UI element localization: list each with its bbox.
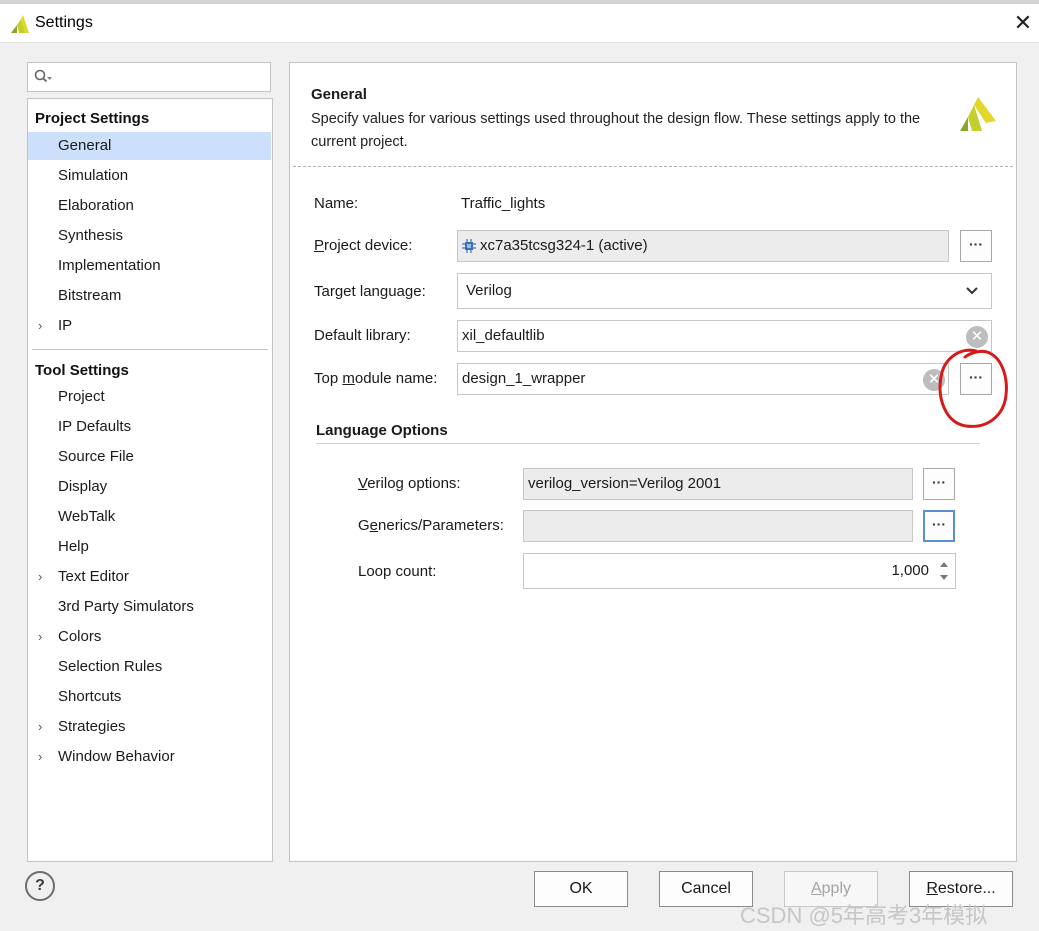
sidebar-item-source-file[interactable]: Source File <box>28 443 271 471</box>
sidebar-item-label: Synthesis <box>58 227 124 244</box>
chevron-right-icon[interactable]: › <box>38 743 42 771</box>
chevron-right-icon[interactable]: › <box>38 312 42 340</box>
sidebar-item-help[interactable]: Help <box>28 533 271 561</box>
sidebar-item-selection-rules[interactable]: Selection Rules <box>28 653 271 681</box>
verilog-options-value: verilog_version=Verilog 2001 <box>528 475 722 492</box>
sidebar-item-synthesis[interactable]: Synthesis <box>28 222 271 250</box>
vivado-logo-icon <box>11 15 29 33</box>
generics-browse-button[interactable]: ··· <box>923 510 955 542</box>
tool-settings-heading: Tool Settings <box>35 362 129 379</box>
sidebar-item-ip-defaults[interactable]: IP Defaults <box>28 413 271 441</box>
project-device-browse-button[interactable]: ··· <box>960 230 992 262</box>
spinner-arrows-icon[interactable] <box>937 554 951 588</box>
sidebar-item-label: Implementation <box>58 257 161 274</box>
chip-icon <box>462 239 476 253</box>
sidebar-item-label: Strategies <box>58 718 126 735</box>
header-divider <box>293 166 1013 167</box>
sidebar-item-label: 3rd Party Simulators <box>58 598 194 615</box>
sidebar-item-label: Text Editor <box>58 568 129 585</box>
sidebar-item-strategies[interactable]: › Strategies <box>28 713 271 741</box>
sidebar-item-label: WebTalk <box>58 508 116 525</box>
vivado-brand-icon <box>960 97 996 131</box>
sidebar-item-implementation[interactable]: Implementation <box>28 252 271 280</box>
loop-count-label: Loop count: <box>358 563 437 580</box>
search-icon <box>34 69 52 83</box>
loop-count-value: 1,000 <box>891 562 929 579</box>
sidebar-item-window-behavior[interactable]: › Window Behavior <box>28 743 271 771</box>
settings-tree: Project Settings Tool Settings General Si… <box>27 98 273 862</box>
section-divider <box>316 443 980 444</box>
generics-field[interactable] <box>523 510 913 542</box>
top-module-value: design_1_wrapper <box>462 370 586 387</box>
annotation-circle <box>938 348 1008 428</box>
verilog-options-field[interactable]: verilog_version=Verilog 2001 <box>523 468 913 500</box>
default-library-input[interactable]: xil_defaultlib <box>457 320 992 352</box>
name-label: Name: <box>314 195 359 212</box>
sidebar-item-text-editor[interactable]: › Text Editor <box>28 563 271 591</box>
project-device-value: xc7a35tcsg324-1 (active) <box>480 237 648 254</box>
sidebar-item-label: Simulation <box>58 167 129 184</box>
sidebar-item-label: Help <box>58 538 89 555</box>
search-input[interactable] <box>27 62 271 92</box>
project-device-field[interactable]: xc7a35tcsg324-1 (active) <box>457 230 949 262</box>
generics-label: Generics/Parameters: <box>358 517 504 534</box>
target-language-label: Target language: <box>314 283 426 300</box>
sidebar-item-label: IP Defaults <box>58 418 132 435</box>
page-description: Specify values for various settings used… <box>311 111 921 150</box>
title-bar: Settings ✕ <box>0 4 1039 43</box>
sidebar-item-label: Selection Rules <box>58 658 163 675</box>
sidebar-item-label: Shortcuts <box>58 688 122 705</box>
project-settings-heading: Project Settings <box>35 110 150 127</box>
close-icon[interactable]: ✕ <box>1010 10 1036 36</box>
top-module-input[interactable]: design_1_wrapper <box>457 363 949 395</box>
verilog-options-label: Verilog options: <box>358 475 461 492</box>
target-language-value: Verilog <box>466 282 512 299</box>
help-button[interactable]: ? <box>25 871 55 901</box>
sidebar-item-label: Project <box>58 388 105 405</box>
window-title: Settings <box>35 14 93 31</box>
general-settings-panel: General Specify values for various setti… <box>289 62 1017 862</box>
tree-divider <box>32 349 268 350</box>
sidebar-item-label: IP <box>58 317 73 334</box>
sidebar-item-label: Display <box>58 478 108 495</box>
project-name-value: Traffic_lights <box>461 195 546 212</box>
sidebar-item-label: Source File <box>58 448 134 465</box>
chevron-right-icon[interactable]: › <box>38 563 42 591</box>
sidebar-item-label: Elaboration <box>58 197 134 214</box>
target-language-select[interactable]: Verilog <box>457 273 992 309</box>
sidebar-item-display[interactable]: Display <box>28 473 271 501</box>
sidebar-item-label: Bitstream <box>58 287 122 304</box>
watermark: CSDN @5年高考3年模拟 <box>740 903 988 928</box>
ok-button[interactable]: OK <box>534 871 628 907</box>
loop-count-spinner[interactable]: 1,000 <box>523 553 956 589</box>
sidebar-item-bitstream[interactable]: Bitstream <box>28 282 271 310</box>
chevron-right-icon[interactable]: › <box>38 623 42 651</box>
sidebar-item-label: Colors <box>58 628 102 645</box>
sidebar-item-elaboration[interactable]: Elaboration <box>28 192 271 220</box>
default-library-value: xil_defaultlib <box>462 327 545 344</box>
sidebar-item-simulation[interactable]: Simulation <box>28 162 271 190</box>
project-device-label: Project device: <box>314 237 413 254</box>
sidebar-item-shortcuts[interactable]: Shortcuts <box>28 683 271 711</box>
verilog-options-browse-button[interactable]: ··· <box>923 468 955 500</box>
sidebar-item-3rd-party-simulators[interactable]: 3rd Party Simulators <box>28 593 271 621</box>
chevron-down-icon <box>966 287 978 295</box>
sidebar-item-ip[interactable]: › IP <box>28 312 271 340</box>
page-title: General <box>311 86 367 103</box>
sidebar-item-label: Window Behavior <box>58 748 175 765</box>
sidebar-item-general[interactable]: General <box>28 132 271 160</box>
sidebar-item-label: General <box>58 137 112 154</box>
sidebar-item-project[interactable]: Project <box>28 383 271 411</box>
language-options-heading: Language Options <box>316 422 448 439</box>
top-module-label: Top module name: <box>314 370 438 387</box>
chevron-right-icon[interactable]: › <box>38 713 42 741</box>
default-library-label: Default library: <box>314 327 411 344</box>
cancel-button[interactable]: Cancel <box>659 871 753 907</box>
sidebar-item-webtalk[interactable]: WebTalk <box>28 503 271 531</box>
sidebar-item-colors[interactable]: › Colors <box>28 623 271 651</box>
